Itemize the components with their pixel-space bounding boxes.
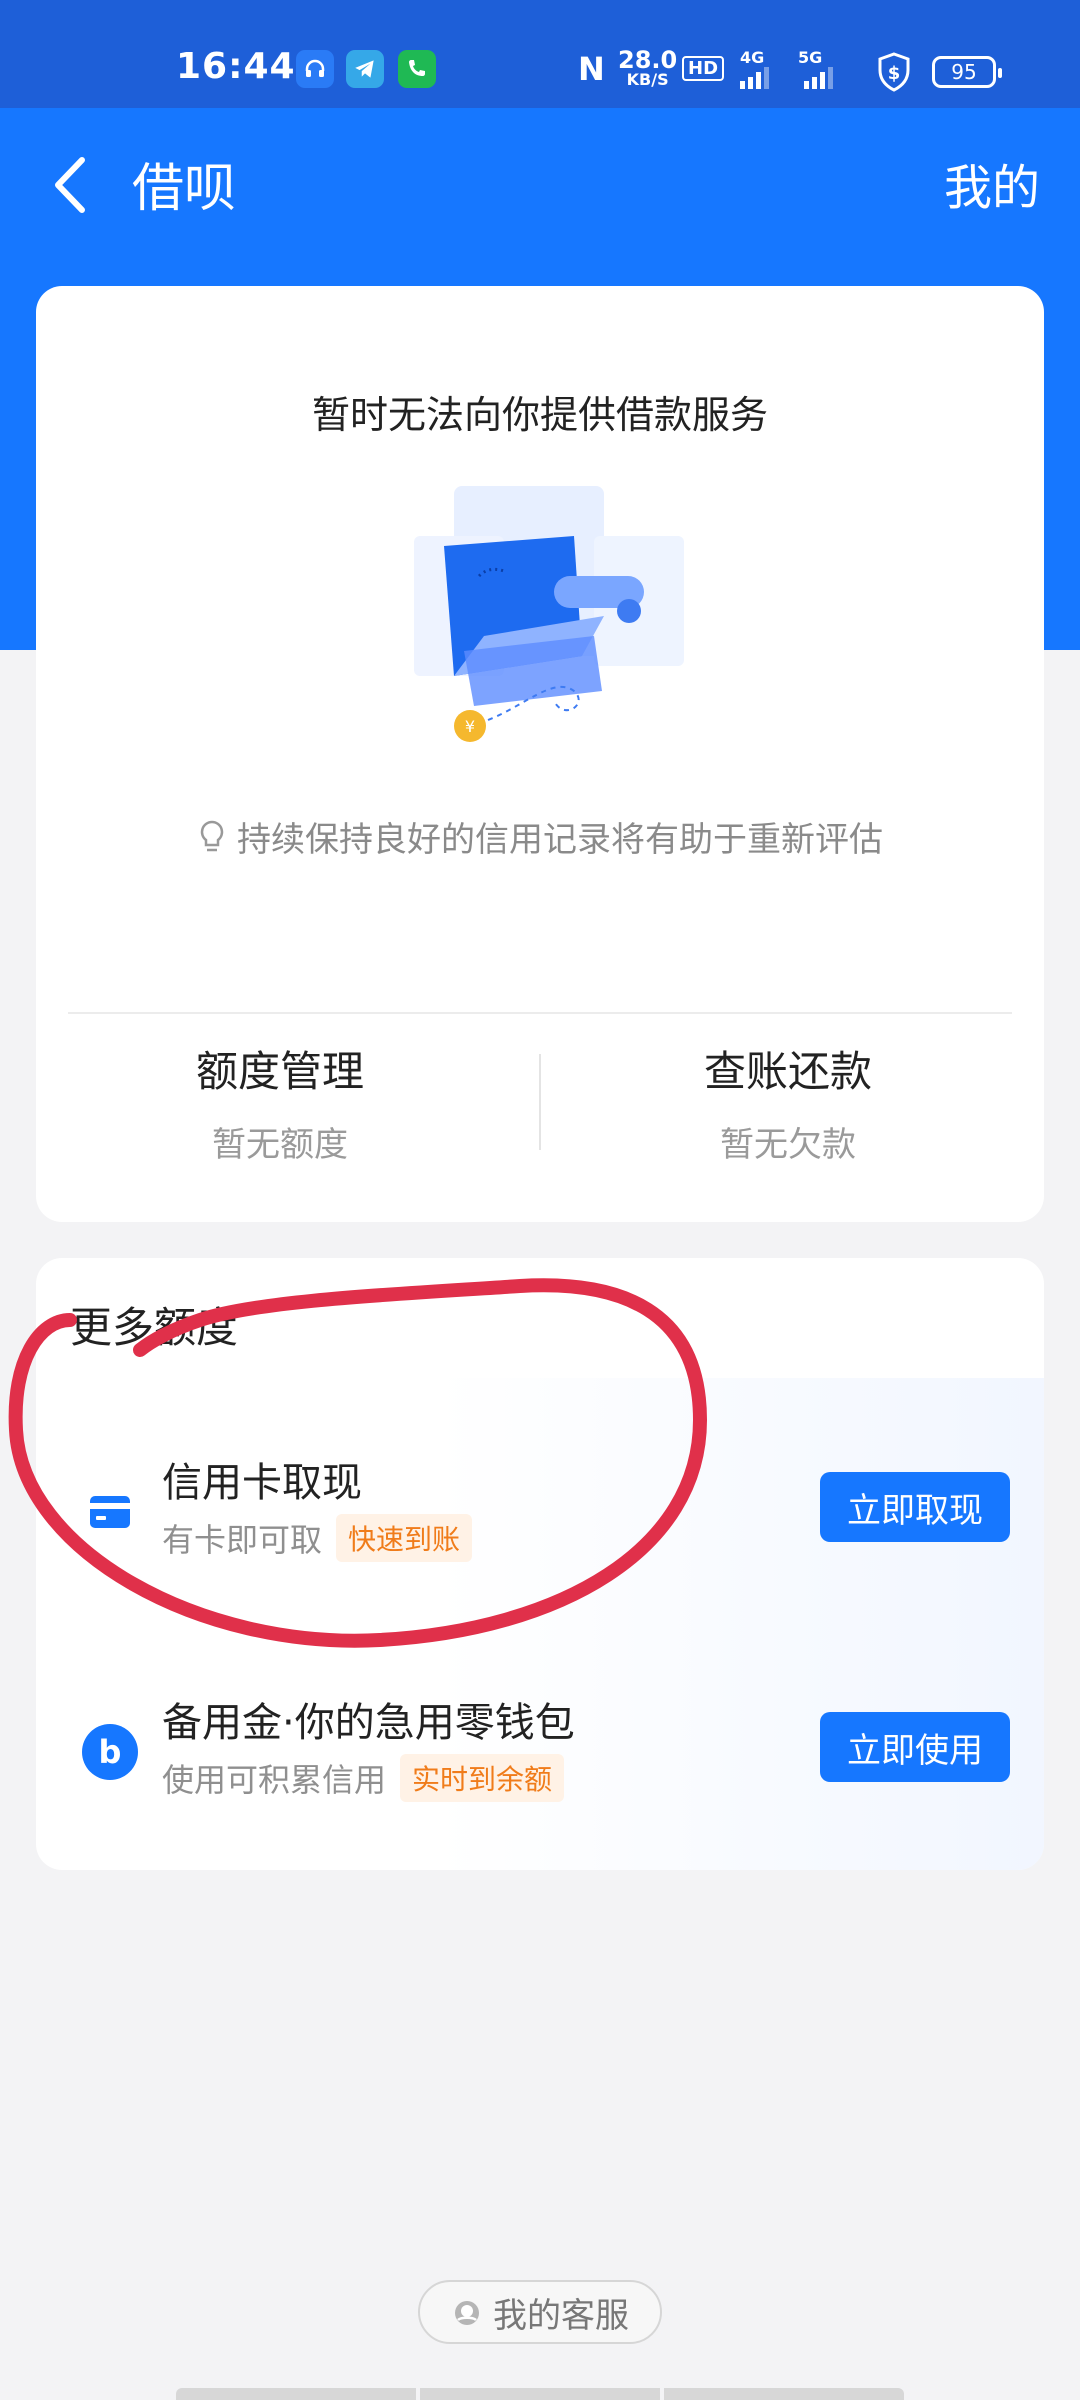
customer-service-button[interactable]: 我的客服 [418, 2280, 662, 2344]
beiyongjin-title: 备用金·你的急用零钱包 [162, 1700, 575, 1746]
svg-text:$: $ [888, 63, 901, 84]
beiyongjin-desc: 使用可积累信用 [162, 1761, 387, 1799]
beiyongjin-b-icon: b [82, 1724, 138, 1780]
mine-link[interactable]: 我的 [944, 148, 1040, 218]
net-speed: 28.0 KB/S [618, 46, 678, 90]
quota-management[interactable]: 额度管理 暂无额度 [100, 1038, 460, 1166]
signal-4g-icon: 4G [740, 48, 772, 89]
svg-text:¥: ¥ [465, 717, 475, 736]
quota-management-sub: 暂无额度 [212, 1125, 348, 1165]
loan-status-card: 暂时无法向你提供借款服务 ¥ 持续保持良好的信用记录将有助于重新评估 额度管理 … [36, 286, 1044, 1222]
realtime-balance-tag: 实时到余额 [400, 1754, 565, 1802]
list-item-beiyongjin[interactable]: b 备用金·你的急用零钱包 使用可积累信用 实时到余额 立即使用 [36, 1678, 1044, 1818]
more-quota-card: 更多额度 信用卡取现 有卡即可取 快速到账 立即取现 b 备用金·你的急用零钱包… [36, 1258, 1044, 1870]
nav-bar: 借呗 我的 [0, 108, 1080, 248]
phone-call-icon [398, 50, 436, 88]
list-item-credit-card-cash[interactable]: 信用卡取现 有卡即可取 快速到账 立即取现 [36, 1438, 1044, 1578]
back-arrow-icon[interactable] [48, 152, 100, 218]
hd-icon: HD [682, 56, 725, 81]
credit-card-cash-title: 信用卡取现 [162, 1460, 362, 1506]
use-now-button[interactable]: 立即使用 [820, 1712, 1010, 1782]
notice-title: 暂时无法向你提供借款服务 [311, 393, 768, 437]
page-title: 借呗 [132, 159, 237, 219]
net-5g-label: 5G [798, 48, 823, 67]
svg-text:b: b [99, 1733, 122, 1771]
hint-text: 持续保持良好的信用记录将有助于重新评估 [237, 820, 883, 860]
customer-service-label: 我的客服 [493, 2295, 629, 2336]
navigation-gesture-bar [176, 2388, 904, 2400]
nfc-icon: N [578, 50, 605, 88]
net-speed-unit: KB/S [626, 70, 669, 89]
customer-service-icon [455, 2301, 479, 2325]
bill-repayment[interactable]: 查账还款 暂无欠款 [608, 1038, 968, 1166]
hint-text-row: 持续保持良好的信用记录将有助于重新评估 [36, 812, 1044, 861]
more-quota-title: 更多额度 [70, 1303, 239, 1352]
status-time: 16:44 [176, 46, 296, 87]
headphones-icon [296, 50, 334, 88]
lightbulb-icon [200, 820, 224, 852]
beiyongjin-sub: 使用可积累信用 实时到余额 [162, 1754, 565, 1802]
credit-card-icon [90, 1496, 130, 1528]
status-bar: 16:44 N 28.0 KB/S HD 4G 5G $ 95 [0, 0, 1080, 108]
signal-5g-icon: 5G [798, 48, 836, 89]
fast-arrival-tag: 快速到账 [336, 1514, 473, 1562]
withdraw-now-button[interactable]: 立即取现 [820, 1472, 1010, 1542]
bill-repayment-sub: 暂无欠款 [720, 1125, 856, 1165]
divider [68, 1012, 1012, 1014]
quota-management-title: 额度管理 [195, 1047, 364, 1096]
net-4g-label: 4G [740, 48, 765, 67]
credit-card-cash-desc: 有卡即可取 [162, 1521, 323, 1559]
divider-vertical [539, 1054, 541, 1150]
bill-repayment-title: 查账还款 [703, 1047, 872, 1096]
net-speed-value: 28.0 [618, 46, 678, 74]
telegram-icon [346, 50, 384, 88]
wallet-illustration: ¥ [414, 486, 684, 742]
battery-icon: 95 [932, 56, 1002, 88]
credit-card-cash-sub: 有卡即可取 快速到账 [162, 1514, 473, 1562]
shield-dollar-icon: $ [876, 52, 912, 98]
